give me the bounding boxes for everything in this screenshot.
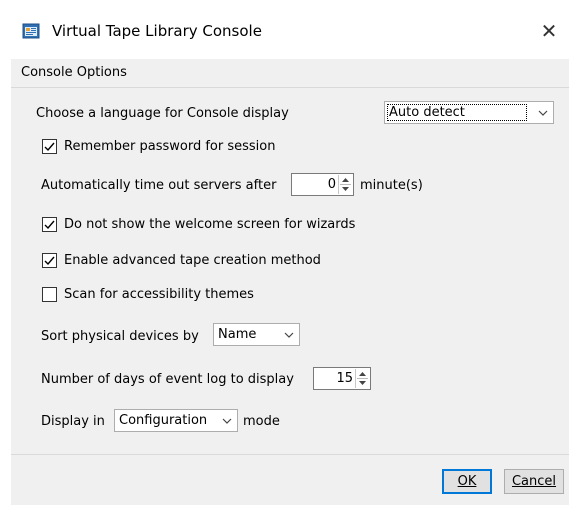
console-app-icon	[22, 22, 40, 40]
title-bar: Virtual Tape Library Console ✕	[0, 0, 569, 62]
event-log-days-spinner[interactable]: 15	[313, 367, 371, 390]
accessibility-checkbox[interactable]	[42, 287, 57, 302]
timeout-value: 0	[327, 177, 336, 192]
advanced-tape-label: Enable advanced tape creation method	[64, 253, 321, 268]
accessibility-label: Scan for accessibility themes	[64, 287, 254, 302]
language-label: Choose a language for Console display	[36, 106, 289, 121]
spinner-arrows-icon[interactable]	[338, 175, 352, 194]
sort-devices-select[interactable]: Name	[213, 323, 300, 346]
timeout-label: Automatically time out servers after	[41, 178, 277, 193]
language-select-value: Auto detect	[389, 105, 465, 120]
advanced-tape-checkbox[interactable]	[42, 253, 57, 268]
display-mode-suffix-label: mode	[243, 414, 280, 429]
close-icon[interactable]: ✕	[534, 16, 564, 46]
event-log-days-value: 15	[336, 371, 353, 386]
ok-button[interactable]: OK	[442, 469, 492, 494]
dialog-footer: OK Cancel	[11, 454, 569, 505]
checkmark-icon	[44, 256, 55, 266]
sort-devices-select-value: Name	[218, 327, 257, 342]
spinner-arrows-icon[interactable]	[355, 369, 369, 388]
no-welcome-checkbox[interactable]	[42, 217, 57, 232]
timeout-spinner[interactable]: 0	[291, 173, 354, 196]
event-log-days-label: Number of days of event log to display	[41, 372, 294, 387]
menu-bar: Console Options	[11, 59, 569, 88]
remember-password-checkbox[interactable]	[42, 139, 57, 154]
chevron-down-icon	[221, 415, 233, 427]
window-title: Virtual Tape Library Console	[52, 22, 262, 40]
remember-password-label: Remember password for session	[64, 139, 276, 154]
options-panel: Choose a language for Console display Au…	[11, 88, 569, 454]
ok-button-label: OK	[457, 474, 477, 489]
timeout-unit-label: minute(s)	[360, 178, 423, 193]
chevron-down-icon	[537, 107, 549, 119]
display-mode-select[interactable]: Configuration	[114, 409, 238, 432]
checkmark-icon	[44, 220, 55, 230]
checkmark-icon	[44, 142, 55, 152]
cancel-button-label: Cancel	[511, 474, 557, 489]
display-in-label: Display in	[41, 414, 105, 429]
language-select[interactable]: Auto detect	[384, 101, 554, 124]
chevron-down-icon	[283, 329, 295, 341]
cancel-button[interactable]: Cancel	[504, 469, 564, 494]
display-mode-select-value: Configuration	[119, 413, 208, 428]
no-welcome-label: Do not show the welcome screen for wizar…	[64, 217, 356, 232]
sort-devices-label: Sort physical devices by	[41, 329, 199, 344]
menu-item-console-options[interactable]: Console Options	[21, 65, 127, 80]
